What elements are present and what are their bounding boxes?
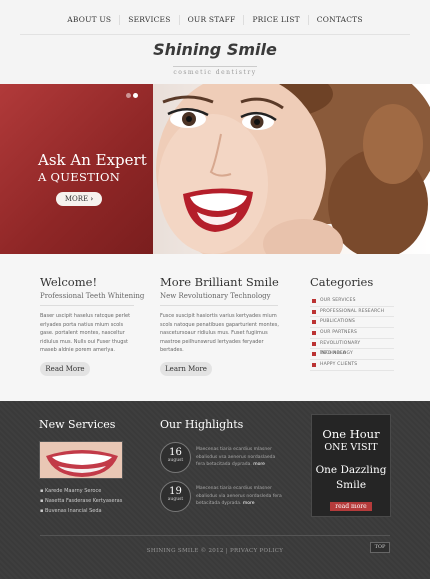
nav-contacts[interactable]: CONTACTS [309,15,371,25]
hero-subheading: A QUESTION [38,170,121,184]
category-label: OUR SERVICES [320,298,356,303]
nav-price-list[interactable]: PRICE LIST [244,15,309,25]
square-bullet-icon [312,320,316,325]
hero-photo [153,84,430,254]
service-item[interactable]: ▪ Nasetta Fasderase Kertyaseras [40,496,122,506]
logo-subtitle: cosmetic dentistry [173,66,257,76]
learn-more-button[interactable]: Learn More [160,362,212,376]
category-label: PUBLICATIONS [320,319,356,325]
square-bullet-icon [312,341,316,346]
date-badge: 16 august [160,442,191,473]
hero-heading: Ask An Expert [38,151,147,169]
category-label: INFO AREA [320,351,347,357]
date-day: 19 [169,486,182,497]
footer-divider [40,535,390,536]
date-month: august [167,458,184,463]
read-more-button[interactable]: Read More [40,362,90,376]
nav-services[interactable]: SERVICES [120,15,180,25]
category-item[interactable]: INFO AREA [310,349,394,361]
promo-line-1: One Hour [322,427,380,441]
square-bullet-icon [312,309,316,314]
copyright-text: SHINING SMILE © 2012 | PRIVACY POLICY [146,548,284,554]
nav-divider [20,34,410,35]
hero-slider: Ask An Expert A QUESTION MORE › [0,84,430,254]
highlights-title: Our Highlights [160,418,244,431]
new-services-list: ▪ Karede Maarny Seroce ▪ Nasetta Fasdera… [40,486,122,516]
highlight-body: Maecenas tiaria ecardius mlasner ebalisd… [196,486,282,506]
category-item[interactable]: OUR PARTNERS [310,328,394,339]
highlight-text: Maecenas tiaria ecardius mlasner ebalisd… [196,446,284,469]
service-label: Karede Maarny Seroce [44,488,102,494]
chevron-right-icon: › [90,194,94,203]
date-badge: 19 august [160,481,191,512]
brilliant-subtitle: New Revolutionary Technology [160,292,271,300]
promo-read-more-button[interactable]: read more [330,502,372,511]
category-item[interactable]: OUR SERVICES [310,296,394,307]
service-item[interactable]: ▪ Karede Maarny Seroce [40,486,122,496]
welcome-divider [40,305,134,306]
service-label: Buvenas Inancial Seda [44,508,102,514]
brilliant-title: More Brilliant Smile [160,275,279,289]
welcome-subtitle: Professional Teeth Whitening [40,292,145,300]
square-bullet-icon [312,299,316,303]
teeth-photo-icon [40,442,122,478]
date-month: august [167,497,184,502]
slider-dots [126,93,138,98]
categories-list: OUR SERVICES PROFESSIONAL RESEARCH PUBLI… [310,296,394,371]
nav-our-staff[interactable]: OUR STAFF [180,15,245,25]
categories-title: Categories [310,275,374,289]
category-item[interactable]: REVOLUTIONARY TECHNOLOGY [310,339,394,356]
promo-box: One Hour ONE VISIT One Dazzling Smile re… [311,414,391,517]
service-item[interactable]: ▪ Buvenas Inancial Seda [40,506,122,516]
highlight-text: Maecenas tiaria ecardius mlasner ebalisd… [196,485,284,508]
new-services-title: New Services [39,418,116,431]
category-item[interactable]: PROFESSIONAL RESEARCH [310,307,394,318]
category-item[interactable]: HAPPY CLIENTS [310,360,394,371]
hero-panel [0,84,153,254]
nav-about-us[interactable]: ABOUT US [59,15,121,25]
brilliant-divider [160,305,278,306]
promo-line-3: One Dazzling Smile [315,464,387,491]
back-to-top-button[interactable]: TOP [370,542,390,553]
category-item[interactable]: PUBLICATIONS [310,317,394,329]
category-label: PROFESSIONAL RESEARCH [320,308,385,314]
service-label: Nasetta Fasderase Kertyaseras [44,498,123,504]
square-bullet-icon [312,331,316,336]
brilliant-text: Fusce suscipit hasiortis varius kertyade… [160,313,279,353]
smile-teeth-image[interactable] [39,441,123,479]
logo-title: Shining Smile [153,40,277,59]
hero-more-label: MORE [64,195,89,203]
category-label: OUR PARTNERS [320,330,358,336]
welcome-title: Welcome! [40,275,98,289]
nav-list: ABOUT US SERVICES OUR STAFF PRICE LIST C… [0,0,430,25]
woman-smiling-image [156,84,430,254]
date-day: 16 [169,447,182,458]
promo-line-2: ONE VISIT [324,442,378,453]
highlight-more-link[interactable]: more [253,462,265,467]
slider-dot-2[interactable] [133,93,138,98]
square-bullet-icon [312,363,316,368]
highlight-more-link[interactable]: more [243,501,255,506]
category-label: HAPPY CLIENTS [320,362,358,368]
slider-dot-1[interactable] [126,93,131,98]
welcome-text: Baser uscipit haselus ratcque perlet erl… [40,313,131,353]
main-nav: ABOUT US SERVICES OUR STAFF PRICE LIST C… [0,0,430,44]
logo[interactable]: Shining Smile cosmetic dentistry [0,40,430,78]
hero-more-button[interactable]: MORE › [56,192,102,206]
square-bullet-icon [312,352,316,357]
